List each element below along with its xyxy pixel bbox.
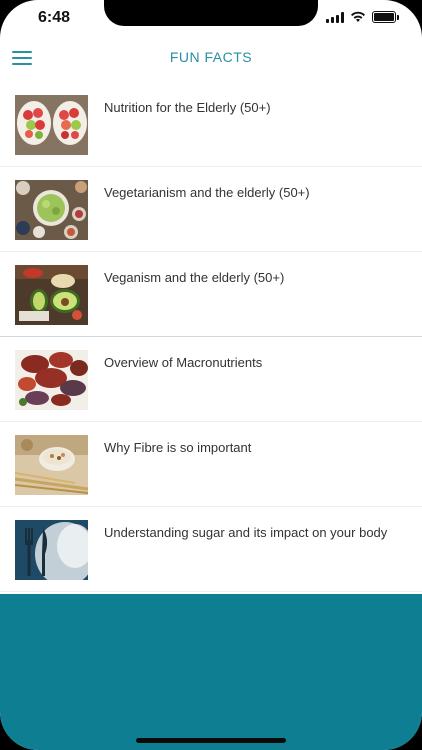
status-icons [326, 11, 399, 23]
device-notch [104, 0, 318, 26]
list-item-label: Veganism and the elderly (50+) [104, 270, 285, 285]
top-app-bar: FUN FACTS [0, 40, 422, 82]
list-item-label: Why Fibre is so important [104, 440, 252, 455]
page-title: FUN FACTS [169, 49, 253, 65]
cellular-signal-icon [326, 11, 344, 23]
sugar-fork-knife-image [15, 520, 88, 580]
battery-icon [372, 11, 399, 23]
status-time: 6:48 [38, 9, 71, 26]
list-item-label: Vegetarianism and the elderly (50+) [104, 185, 310, 200]
wifi-icon [351, 11, 365, 22]
fruit-bowls-image [15, 95, 88, 155]
list-item-label: Overview of Macronutrients [104, 355, 263, 370]
fun-facts-list: Nutrition for the Elderly (50+) Vegetari… [0, 82, 422, 592]
cereal-bowl-image [15, 435, 88, 495]
footer-band [0, 594, 422, 750]
list-item-label: Nutrition for the Elderly (50+) [104, 100, 271, 115]
list-item-vegetarianism[interactable]: Vegetarianism and the elderly (50+) [0, 167, 422, 252]
status-bar: 6:48 [0, 0, 422, 40]
app-screen: 6:48 FUN FACTS Nutrition for the Elderly… [0, 0, 422, 750]
avocado-vegetables-image [15, 265, 88, 325]
home-indicator[interactable] [136, 738, 286, 743]
list-item-sugar[interactable]: Understanding sugar and its impact on yo… [0, 507, 422, 592]
list-item-label: Understanding sugar and its impact on yo… [104, 525, 388, 540]
list-item-fibre[interactable]: Why Fibre is so important [0, 422, 422, 507]
list-item-macronutrients[interactable]: Overview of Macronutrients [0, 337, 422, 422]
list-item-nutrition-elderly[interactable]: Nutrition for the Elderly (50+) [0, 82, 422, 167]
salad-table-image [15, 180, 88, 240]
list-item-veganism[interactable]: Veganism and the elderly (50+) [0, 252, 422, 337]
meat-vegetables-image [15, 350, 88, 410]
